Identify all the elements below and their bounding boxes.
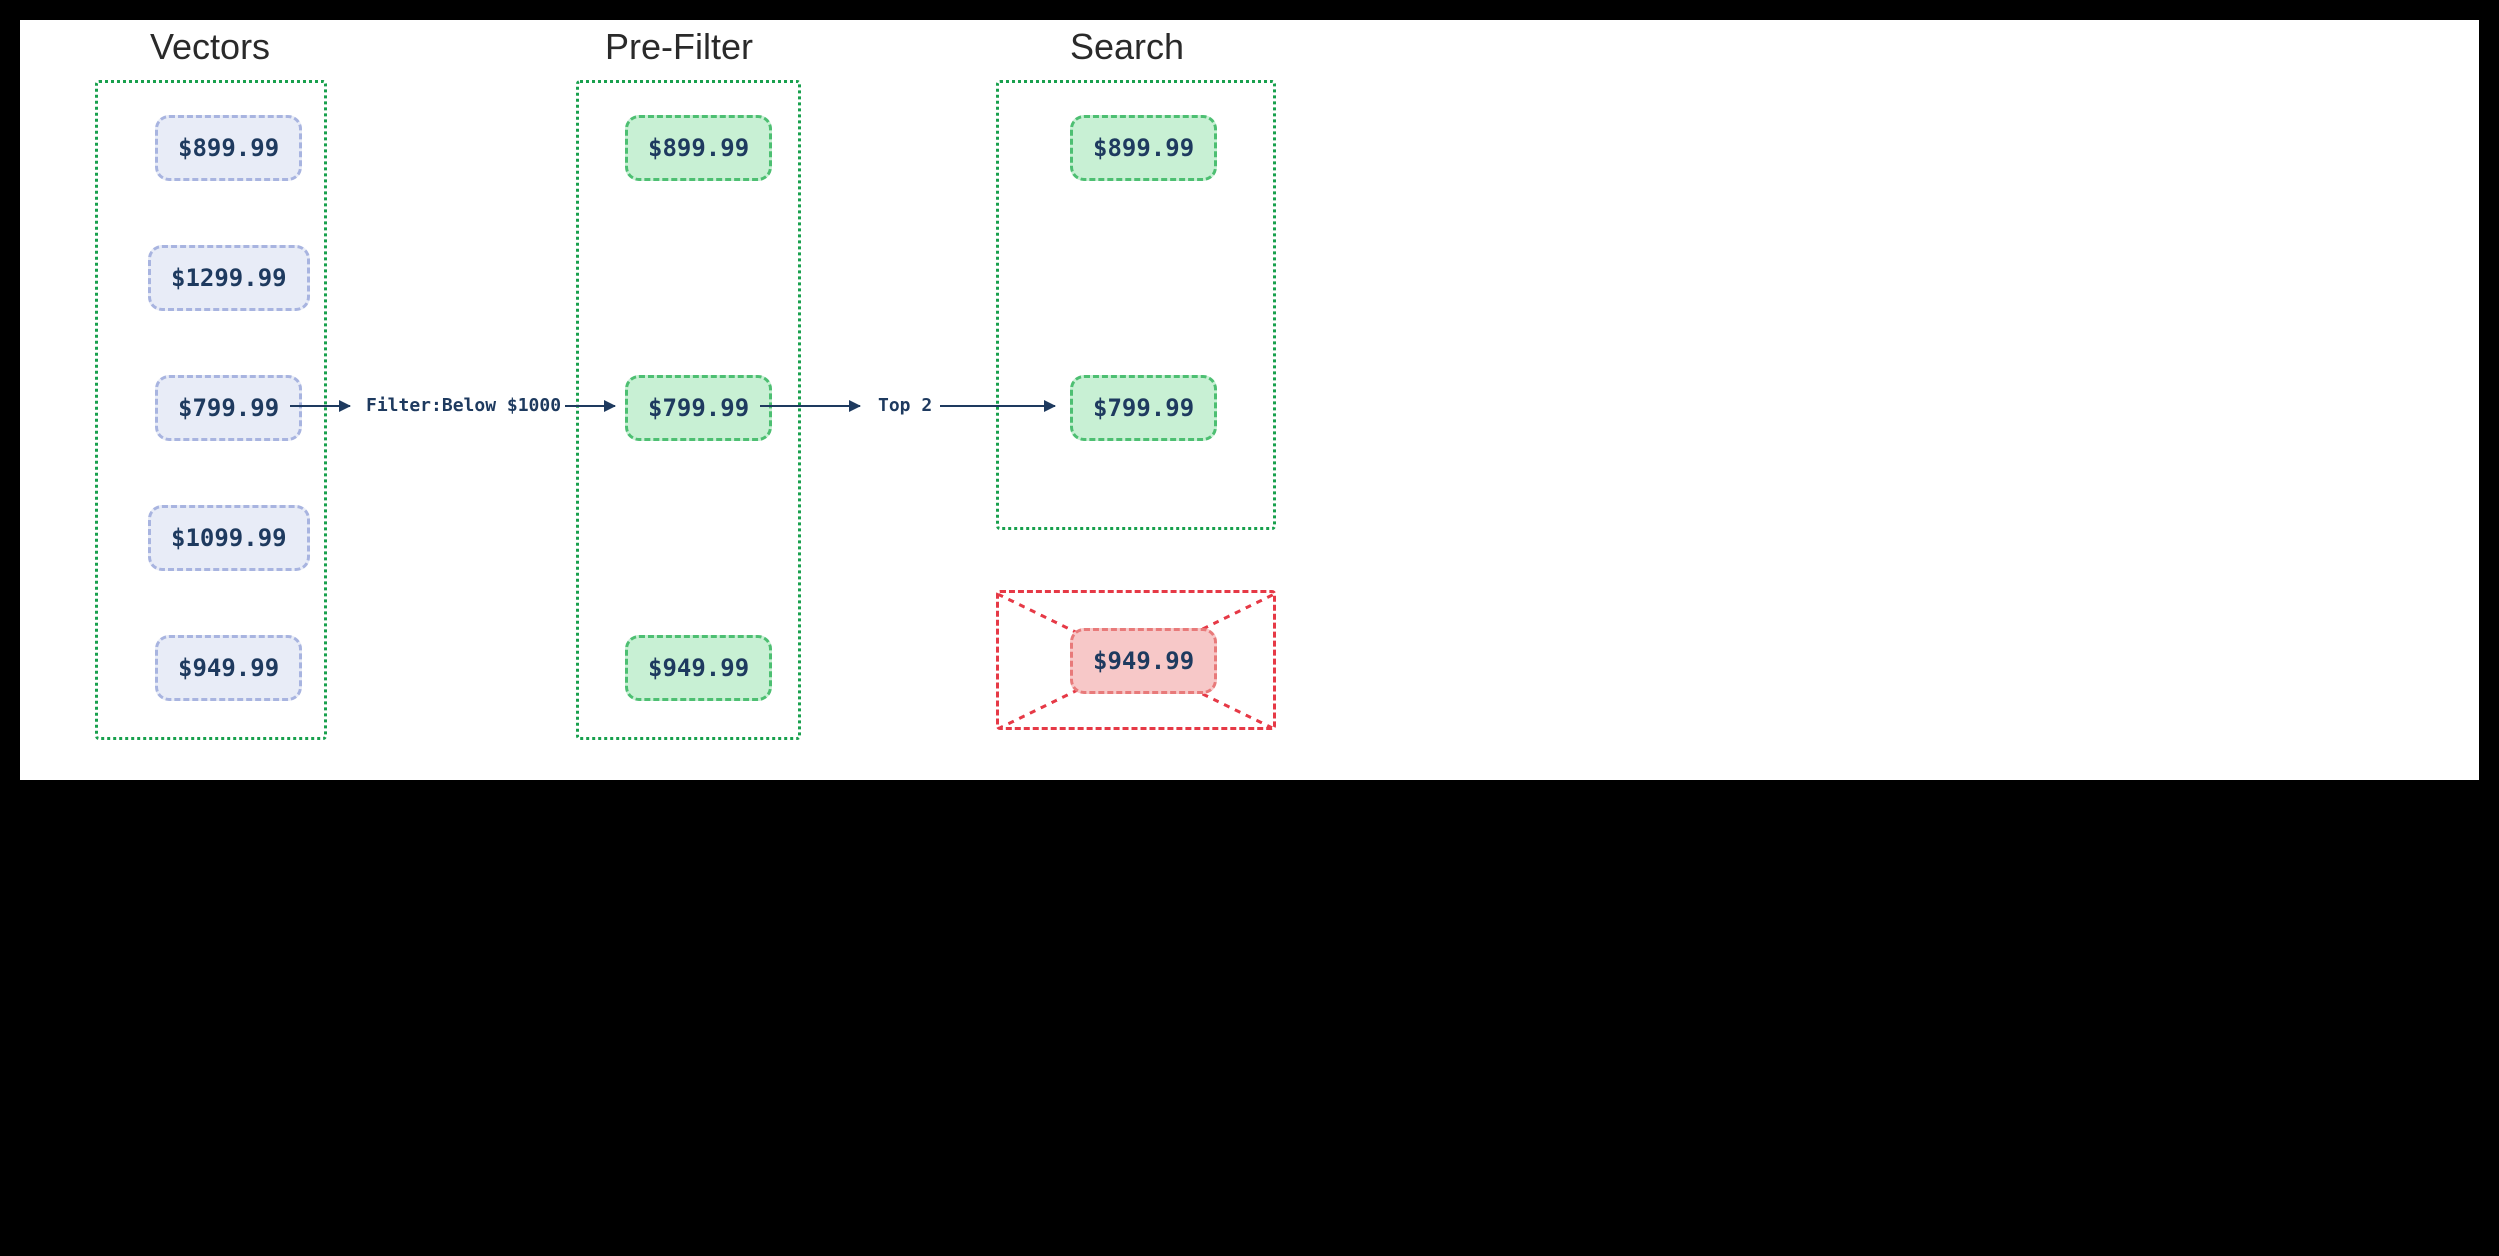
filter-arrow-label: Filter:Below $1000: [360, 395, 567, 416]
arrow-icon: [290, 405, 350, 407]
top-arrow-label: Top 2: [872, 395, 938, 416]
prefilter-item: $949.99: [625, 635, 772, 701]
vector-item: $1299.99: [148, 245, 310, 311]
search-accepted-item: $899.99: [1070, 115, 1217, 181]
vector-item: $949.99: [155, 635, 302, 701]
arrow-icon: [940, 405, 1055, 407]
prefilter-item: $799.99: [625, 375, 772, 441]
vector-item: $799.99: [155, 375, 302, 441]
vector-item: $1099.99: [148, 505, 310, 571]
search-accepted-item: $799.99: [1070, 375, 1217, 441]
arrow-icon: [565, 405, 615, 407]
search-rejected-item: $949.99: [1070, 628, 1217, 694]
vectors-column-title: Vectors: [150, 26, 270, 68]
vector-item: $899.99: [155, 115, 302, 181]
prefilter-item: $899.99: [625, 115, 772, 181]
diagram-canvas: Vectors Pre-Filter Search $899.99 $1299.…: [20, 20, 2479, 780]
prefilter-column-title: Pre-Filter: [605, 26, 753, 68]
search-column-title: Search: [1070, 26, 1184, 68]
arrow-icon: [760, 405, 860, 407]
